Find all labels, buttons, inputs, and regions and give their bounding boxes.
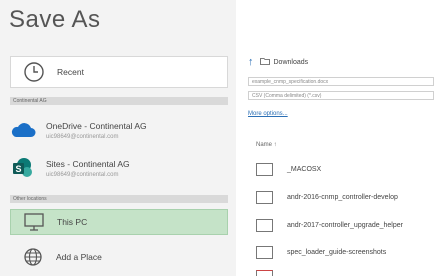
sharepoint-icon: S: [10, 155, 36, 181]
column-header-name[interactable]: Name ↑: [256, 142, 277, 148]
location-this-pc[interactable]: This PC: [10, 209, 228, 235]
up-arrow-icon[interactable]: ↑: [248, 56, 254, 68]
section-header-other: Other locations: [10, 195, 228, 203]
file-pane: ↑ Downloads example_cnmp_specification.d…: [236, 0, 446, 276]
list-item-partial: [256, 270, 273, 276]
globe-icon: [20, 244, 46, 270]
page-title: Save As: [9, 6, 101, 33]
location-recent[interactable]: Recent: [10, 56, 228, 88]
folder-icon: [256, 191, 273, 204]
more-options-link[interactable]: More options...: [248, 111, 288, 117]
svg-text:S: S: [16, 164, 22, 174]
breadcrumb-folder[interactable]: Downloads: [274, 59, 309, 66]
location-label: OneDrive - Continental AG: [46, 120, 147, 131]
section-header-continental: Continental AG: [10, 97, 228, 105]
list-item[interactable]: andr-2017-controller_upgrade_helper: [256, 219, 403, 232]
file-name: _MACOSX: [287, 166, 322, 173]
location-label: Recent: [57, 67, 84, 77]
folder-icon: [259, 57, 270, 67]
list-item[interactable]: andr-2016-cnmp_controller-develop: [256, 191, 398, 204]
location-onedrive[interactable]: OneDrive - Continental AG uic98649@conti…: [10, 112, 228, 148]
locations-pane: Save As Recent Continental AG OneDrive -…: [0, 0, 236, 276]
clock-icon: [21, 59, 47, 85]
file-name: andr-2017-controller_upgrade_helper: [287, 222, 403, 229]
filetype-select[interactable]: CSV (Comma delimited) (*.csv): [248, 91, 434, 100]
folder-icon: [256, 163, 273, 176]
location-label: Sites - Continental AG: [46, 158, 130, 169]
folder-icon: [256, 246, 273, 259]
location-add-place[interactable]: Add a Place: [10, 243, 228, 271]
file-name: spec_loader_guide-screenshots: [287, 249, 387, 256]
location-label: Add a Place: [56, 252, 102, 262]
folder-icon: [256, 219, 273, 232]
list-item[interactable]: spec_loader_guide-screenshots: [256, 246, 386, 259]
cloud-icon: [10, 117, 36, 143]
list-item[interactable]: _MACOSX: [256, 163, 321, 176]
location-label: This PC: [57, 217, 88, 227]
filename-input[interactable]: example_cnmp_specification.docx: [248, 77, 434, 86]
location-email: uic98649@continental.com: [46, 133, 119, 140]
location-email: uic98649@continental.com: [46, 171, 119, 178]
file-name: andr-2016-cnmp_controller-develop: [287, 194, 398, 201]
computer-icon: [21, 209, 47, 235]
breadcrumb: ↑ Downloads: [248, 56, 308, 68]
location-sites[interactable]: S Sites - Continental AG uic98649@contin…: [10, 150, 228, 186]
